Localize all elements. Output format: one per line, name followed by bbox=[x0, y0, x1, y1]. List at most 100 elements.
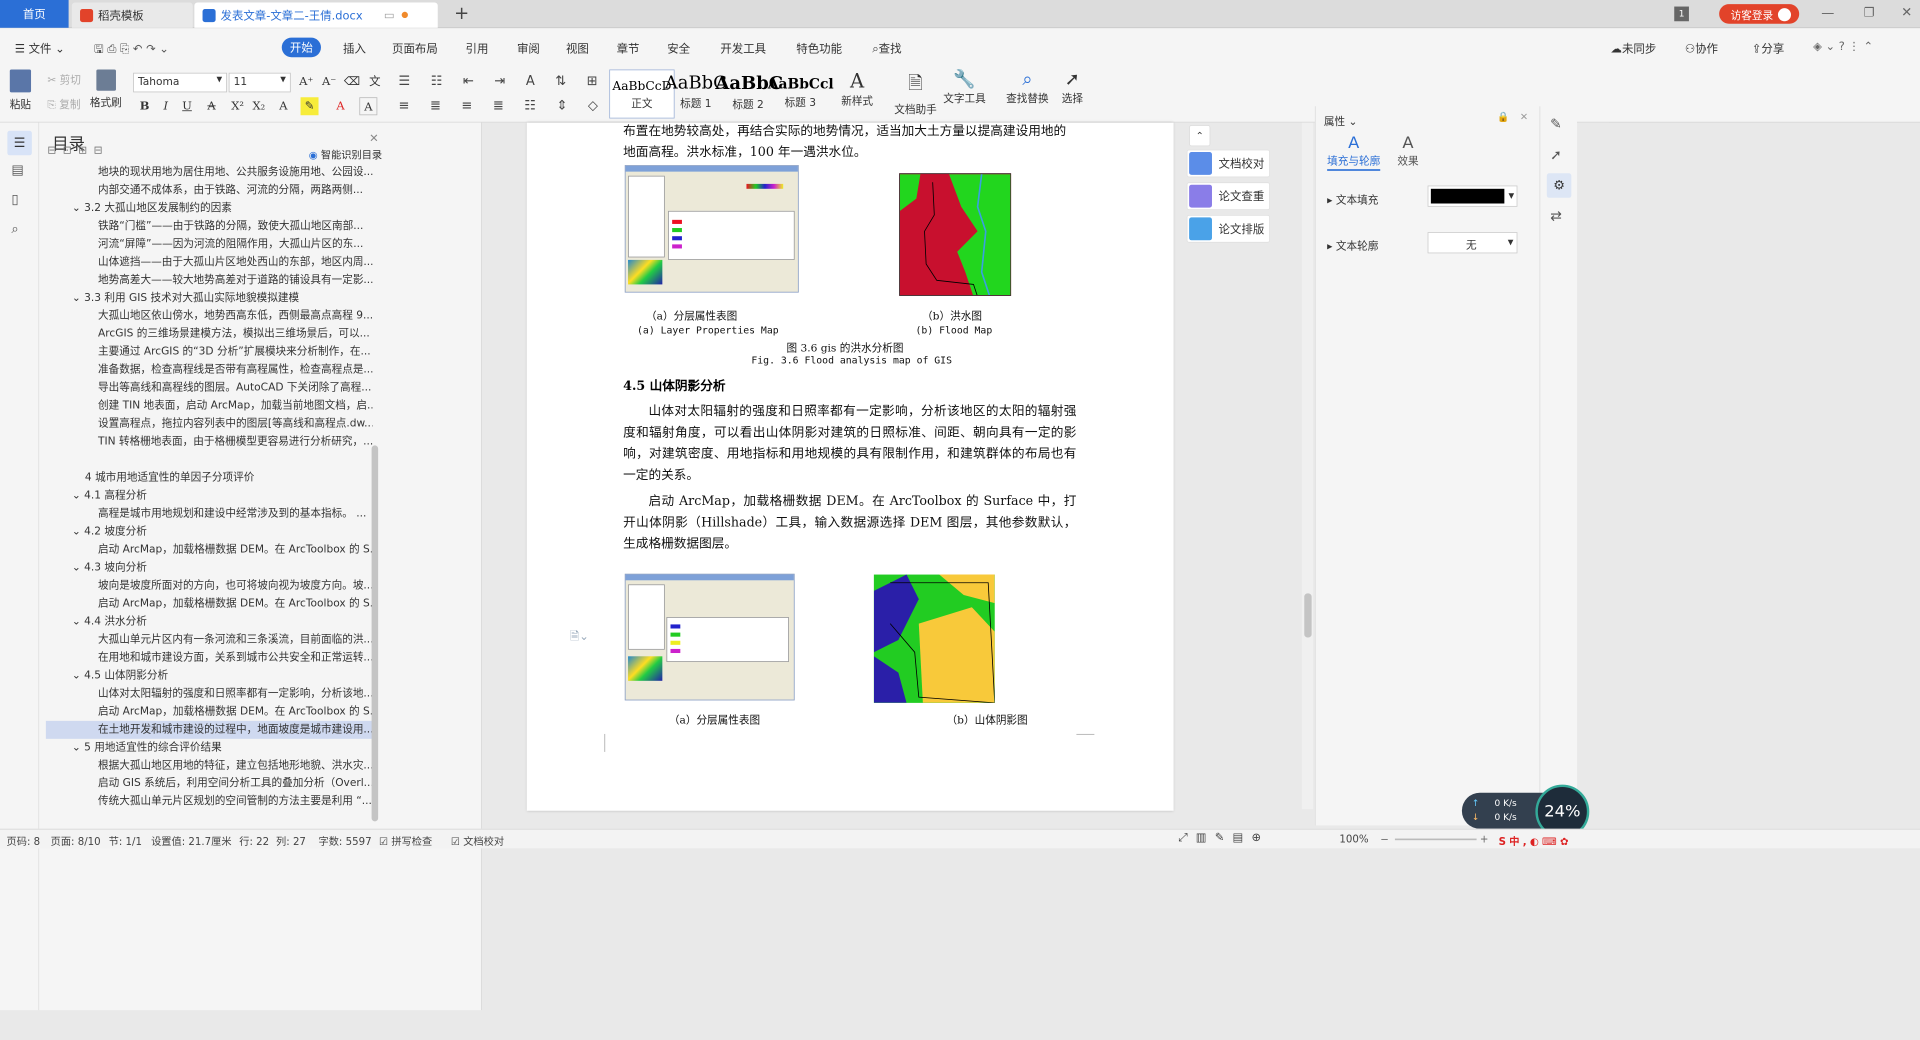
toc-item[interactable]: 山体对太阳辐射的强度和日照率都有一定影响，分析该地... bbox=[46, 685, 372, 703]
tab-insert[interactable]: 插入 bbox=[343, 40, 366, 56]
superscript-button[interactable]: X² bbox=[229, 97, 247, 115]
toc-item[interactable]: 创建 TIN 地表面，启动 ArcMap，加载当前地图文档，启... bbox=[46, 397, 372, 415]
tab-chapter[interactable]: 章节 bbox=[617, 40, 640, 56]
font-family-select[interactable]: Tahoma ▼ bbox=[133, 72, 228, 93]
text-tools-button[interactable]: 🔧 文字工具 bbox=[943, 69, 985, 105]
toc-item[interactable]: 启动 ArcMap，加载格栅数据 DEM。在 ArcToolbox 的 S... bbox=[46, 595, 372, 613]
tab-template[interactable]: 稻壳模板 bbox=[71, 2, 193, 28]
more-icons[interactable]: ◈ ⌄ ? ⋮ ⌃ bbox=[1813, 40, 1873, 53]
chevron-down-icon[interactable]: ⌄ bbox=[72, 669, 84, 681]
find-replace-button[interactable]: ⌕ 查找替换 bbox=[1006, 69, 1048, 105]
window-icon[interactable]: ▭ bbox=[384, 9, 395, 22]
tab-view[interactable]: 视图 bbox=[566, 40, 589, 56]
tab-fill-outline[interactable]: A 填充与轮廓 bbox=[1327, 132, 1381, 171]
doc-assistant-button[interactable]: 🗎 文档助手 bbox=[894, 69, 936, 116]
toc-item[interactable] bbox=[46, 451, 373, 469]
phonetic-icon[interactable]: 文 bbox=[366, 73, 384, 91]
grow-font-button[interactable]: A⁺ bbox=[297, 73, 315, 91]
paragraph-tools-row1[interactable]: ☰ ☷ ⇤ ⇥ A ⇅ ⊞ bbox=[399, 73, 606, 89]
toc-scrollbar[interactable] bbox=[371, 445, 379, 822]
pages-panel-icon[interactable]: ▤ bbox=[11, 162, 23, 178]
chevron-down-icon[interactable]: ⌄ bbox=[72, 741, 84, 753]
select-button[interactable]: ➚ 选择 bbox=[1062, 69, 1083, 105]
tab-effects[interactable]: A 效果 bbox=[1397, 132, 1418, 167]
zoom-level[interactable]: 100% bbox=[1339, 833, 1368, 845]
properties-close-icon[interactable]: ✕ bbox=[1520, 111, 1528, 122]
find-icon[interactable]: ⌕ bbox=[11, 221, 18, 237]
doc-scrollbar-thumb[interactable] bbox=[1304, 593, 1312, 638]
toc-panel-icon[interactable]: ☰ bbox=[7, 130, 32, 156]
smart-toc-button[interactable]: ◉ 智能识别目录 bbox=[309, 146, 382, 162]
zoom-slider[interactable] bbox=[1394, 838, 1477, 841]
text-outline-select[interactable]: 无 ▼ bbox=[1427, 232, 1518, 254]
toc-item[interactable]: 坡向是坡度所面对的方向，也可将坡向视为坡度方向。坡... bbox=[46, 577, 372, 595]
collab-button[interactable]: ⚇协作 bbox=[1685, 40, 1718, 56]
doc-proofread-button[interactable]: 文档校对 bbox=[1186, 149, 1270, 178]
zoom-in-button[interactable]: + bbox=[1480, 833, 1489, 845]
transform-icon[interactable]: ⇄ bbox=[1550, 208, 1562, 224]
toc-item[interactable]: 在土地开发和城市建设的过程中，地面坡度是城市建设用... bbox=[45, 720, 373, 739]
toc-close-icon[interactable]: ✕ bbox=[369, 132, 379, 145]
bookmark-icon[interactable]: ▯ bbox=[11, 191, 18, 207]
bold-button[interactable]: B bbox=[136, 97, 154, 115]
toc-item[interactable]: 启动 GIS 系统后，利用空间分析工具的叠加分析（Overl... bbox=[46, 775, 372, 793]
toc-item[interactable]: ⌄ 4.4 洪水分析 bbox=[46, 613, 373, 631]
toc-item[interactable]: 根据大孤山地区用地的特征，建立包括地形地貌、洪水灾... bbox=[46, 757, 372, 775]
toc-item[interactable]: ⌄ 4.5 山体阴影分析 bbox=[46, 667, 373, 685]
pointer-icon[interactable]: ➚ bbox=[1550, 147, 1562, 163]
toc-item[interactable]: 铁路“门槛”——由于铁路的分隔，致使大孤山地区南部... bbox=[46, 217, 373, 235]
italic-button[interactable]: I bbox=[157, 97, 175, 115]
new-style-button[interactable]: A 新样式 bbox=[841, 69, 873, 107]
char-border-button[interactable]: A bbox=[359, 97, 378, 116]
toc-item[interactable]: 在用地和城市建设方面，关系到城市公共安全和正常运转... bbox=[46, 649, 372, 667]
quick-access-icons[interactable]: 🖫 ⎙ ⎘ ↶ ↷ ⌄ bbox=[94, 40, 169, 60]
toc-item[interactable]: 设置高程点，拖拉内容列表中的图层[等高线和高程点.dw... bbox=[46, 415, 372, 433]
tab-start[interactable]: 开始 bbox=[281, 37, 321, 58]
chevron-down-icon[interactable]: ⌄ bbox=[72, 292, 84, 304]
pin-icon[interactable]: 🔒 bbox=[1497, 111, 1509, 122]
toc-item[interactable]: ⌄ 3.2 大孤山地区发展制约的因素 bbox=[46, 199, 373, 217]
chevron-down-icon[interactable]: ⌄ bbox=[72, 490, 84, 502]
cut-button[interactable]: ✂ 剪切 bbox=[47, 71, 81, 86]
tab-review[interactable]: 审阅 bbox=[517, 40, 540, 56]
toc-item[interactable]: 山体遮挡——由于大孤山片区地处西山的东部，地区内周... bbox=[46, 253, 372, 271]
chevron-down-icon[interactable]: ⌄ bbox=[72, 615, 84, 627]
toc-item[interactable]: 高程是城市用地规划和建设中经常涉及到的基本指标。 ... bbox=[46, 505, 373, 523]
toc-item[interactable]: 传统大孤山单元片区规划的空间管制的方法主要是利用 “... bbox=[46, 793, 373, 809]
paragraph-tools-row2[interactable]: ≡ ≣ ≡ ≣ ☷ ⇕ ◇ ⊞ bbox=[399, 97, 638, 113]
toc-item[interactable]: 大孤山地区依山傍水，地势西高东低，西侧最高点高程 9... bbox=[46, 307, 372, 325]
tab-security[interactable]: 安全 bbox=[667, 40, 690, 56]
tab-document[interactable]: 发表文章-文章二-王倩.docx ▭ ● bbox=[194, 2, 438, 28]
toc-item[interactable]: ⌄ 4.3 坡向分析 bbox=[46, 559, 373, 577]
shrink-font-button[interactable]: A⁻ bbox=[320, 73, 338, 91]
toc-item[interactable]: 准备数据，检查高程线是否带有高程属性，检查高程点是... bbox=[46, 361, 372, 379]
notification-badge[interactable]: 1 bbox=[1674, 6, 1689, 22]
style-heading3[interactable]: AaBbCcl 标题 3 bbox=[768, 69, 834, 118]
toc-item[interactable]: 主要通过 ArcGIS 的“3D 分析”扩展模块来分析制作，在... bbox=[46, 343, 373, 361]
tab-features[interactable]: 特色功能 bbox=[796, 40, 842, 56]
search-button[interactable]: ⌕查找 bbox=[872, 40, 901, 56]
toc-item[interactable]: ArcGIS 的三维场景建模方法，模拟出三维场景后，可以... bbox=[46, 325, 373, 343]
sync-button[interactable]: ☁未同步 bbox=[1611, 40, 1657, 56]
proofread-status-button[interactable]: ☑ 文档校对 bbox=[451, 833, 504, 849]
toc-item[interactable]: 地势高差大——较大地势高差对于道路的铺设具有一定影... bbox=[46, 271, 372, 289]
paragraph-marker-icon[interactable]: 🗎⌄ bbox=[570, 628, 589, 648]
toc-item[interactable]: 导出等高线和高程线的图层。AutoCAD 下关闭除了高程... bbox=[46, 379, 373, 397]
file-menu[interactable]: ☰ 文件 ⌄ bbox=[15, 40, 65, 56]
text-fill-row[interactable]: ▸ 文本填充 bbox=[1327, 191, 1378, 207]
strikethrough-button[interactable]: A bbox=[203, 97, 221, 115]
toc-item[interactable]: ⌄ 5 用地适宜性的综合评价结果 bbox=[46, 739, 373, 757]
login-button[interactable]: 访客登录 bbox=[1719, 4, 1800, 24]
chevron-down-icon[interactable]: ⌄ bbox=[72, 526, 84, 538]
ime-toolbar-icons[interactable]: S中,◐⌨✿ bbox=[1499, 833, 1572, 849]
share-button[interactable]: ⇪分享 bbox=[1752, 40, 1784, 56]
underline-button[interactable]: U bbox=[178, 97, 196, 115]
zoom-out-button[interactable]: − bbox=[1380, 833, 1389, 845]
toc-item[interactable]: ⌄ 4.1 高程分析 bbox=[46, 487, 373, 505]
format-painter-button[interactable]: 格式刷 bbox=[90, 69, 122, 110]
toc-item[interactable]: 启动 ArcMap，加载格栅数据 DEM。在 ArcToolbox 的 S... bbox=[46, 703, 372, 721]
status-word-count[interactable]: 字数: 5597 bbox=[319, 833, 372, 849]
text-effect-button[interactable]: A bbox=[274, 97, 292, 115]
toc-item[interactable]: 内部交通不成体系，由于铁路、河流的分隔，两路两侧... bbox=[46, 181, 373, 199]
restore-button[interactable]: ❐ bbox=[1864, 5, 1875, 20]
